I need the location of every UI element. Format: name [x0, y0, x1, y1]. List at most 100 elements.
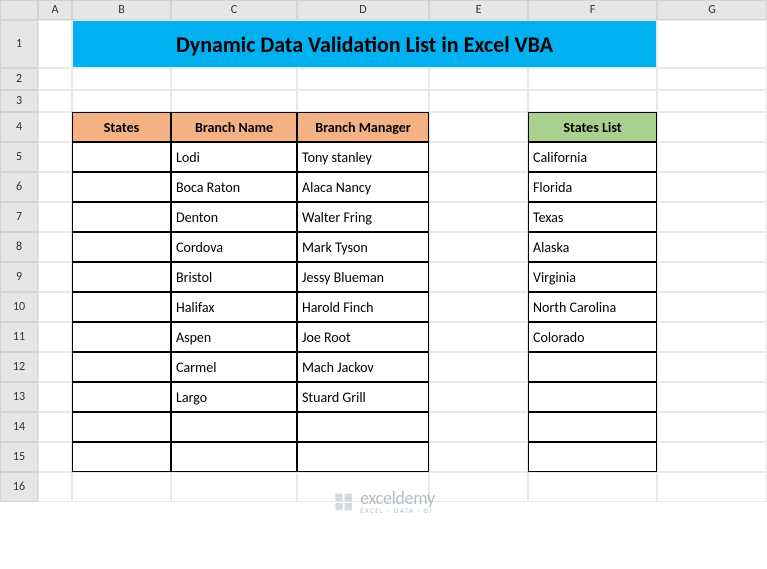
cell-E9[interactable]	[429, 262, 528, 292]
cell-G1[interactable]	[657, 20, 767, 68]
cell-E8[interactable]	[429, 232, 528, 262]
cell-G2[interactable]	[657, 68, 767, 90]
row-header-2[interactable]: 2	[0, 68, 38, 90]
table1-cell-r8-c1[interactable]	[72, 232, 171, 262]
row-header-15[interactable]: 15	[0, 442, 38, 472]
table1-cell-r7-c3[interactable]: Walter Fring	[297, 202, 429, 232]
col-header-D[interactable]: D	[297, 0, 429, 20]
cell-G14[interactable]	[657, 412, 767, 442]
table1-cell-r10-c2[interactable]: Halifax	[171, 292, 297, 322]
cell-A15[interactable]	[38, 442, 72, 472]
cell-G10[interactable]	[657, 292, 767, 322]
table1-cell-r11-c3[interactable]: Joe Root	[297, 322, 429, 352]
cell-A9[interactable]	[38, 262, 72, 292]
col-header-E[interactable]: E	[429, 0, 528, 20]
col-header-B[interactable]: B	[72, 0, 171, 20]
cell-F3[interactable]	[528, 90, 657, 112]
table2-cell-r15[interactable]	[528, 442, 657, 472]
cell-G6[interactable]	[657, 172, 767, 202]
table2-cell-r5[interactable]: California	[528, 142, 657, 172]
cell-G13[interactable]	[657, 382, 767, 412]
table1-cell-r11-c2[interactable]: Aspen	[171, 322, 297, 352]
table1-cell-r11-c1[interactable]	[72, 322, 171, 352]
cell-E11[interactable]	[429, 322, 528, 352]
cell-G16[interactable]	[657, 472, 767, 502]
cell-F16[interactable]	[528, 472, 657, 502]
row-header-3[interactable]: 3	[0, 90, 38, 112]
cell-A3[interactable]	[38, 90, 72, 112]
cell-A5[interactable]	[38, 142, 72, 172]
cell-A12[interactable]	[38, 352, 72, 382]
cell-B3[interactable]	[72, 90, 171, 112]
cell-A4[interactable]	[38, 112, 72, 142]
cell-A7[interactable]	[38, 202, 72, 232]
table1-cell-r5-c3[interactable]: Tony stanley	[297, 142, 429, 172]
cell-G9[interactable]	[657, 262, 767, 292]
cell-A8[interactable]	[38, 232, 72, 262]
cell-G11[interactable]	[657, 322, 767, 352]
table2-cell-r7[interactable]: Texas	[528, 202, 657, 232]
cell-E10[interactable]	[429, 292, 528, 322]
table1-cell-r10-c1[interactable]	[72, 292, 171, 322]
cell-F2[interactable]	[528, 68, 657, 90]
table1-cell-r9-c1[interactable]	[72, 262, 171, 292]
row-header-16[interactable]: 16	[0, 472, 38, 502]
table1-cell-r12-c2[interactable]: Carmel	[171, 352, 297, 382]
cell-D2[interactable]	[297, 68, 429, 90]
table1-cell-r15-c1[interactable]	[72, 442, 171, 472]
cell-E7[interactable]	[429, 202, 528, 232]
cell-E5[interactable]	[429, 142, 528, 172]
cell-G15[interactable]	[657, 442, 767, 472]
cell-E13[interactable]	[429, 382, 528, 412]
cell-E14[interactable]	[429, 412, 528, 442]
table2-cell-r9[interactable]: Virginia	[528, 262, 657, 292]
cell-G4[interactable]	[657, 112, 767, 142]
table1-cell-r7-c1[interactable]	[72, 202, 171, 232]
table1-cell-r12-c1[interactable]	[72, 352, 171, 382]
table2-cell-r11[interactable]: Colorado	[528, 322, 657, 352]
table1-cell-r9-c3[interactable]: Jessy Blueman	[297, 262, 429, 292]
table1-cell-r15-c3[interactable]	[297, 442, 429, 472]
table1-cell-r6-c3[interactable]: Alaca Nancy	[297, 172, 429, 202]
table2-cell-r6[interactable]: Florida	[528, 172, 657, 202]
cell-C16[interactable]	[171, 472, 297, 502]
select-all-corner[interactable]	[0, 0, 38, 20]
cell-G12[interactable]	[657, 352, 767, 382]
row-header-9[interactable]: 9	[0, 262, 38, 292]
table1-cell-r14-c2[interactable]	[171, 412, 297, 442]
cell-E4[interactable]	[429, 112, 528, 142]
table2-cell-r10[interactable]: North Carolina	[528, 292, 657, 322]
table1-cell-r13-c2[interactable]: Largo	[171, 382, 297, 412]
cell-G5[interactable]	[657, 142, 767, 172]
col-header-C[interactable]: C	[171, 0, 297, 20]
row-header-11[interactable]: 11	[0, 322, 38, 352]
cell-A14[interactable]	[38, 412, 72, 442]
cell-E12[interactable]	[429, 352, 528, 382]
table1-cell-r9-c2[interactable]: Bristol	[171, 262, 297, 292]
table2-cell-r13[interactable]	[528, 382, 657, 412]
cell-C3[interactable]	[171, 90, 297, 112]
cell-E3[interactable]	[429, 90, 528, 112]
row-header-10[interactable]: 10	[0, 292, 38, 322]
table1-cell-r8-c3[interactable]: Mark Tyson	[297, 232, 429, 262]
cell-G3[interactable]	[657, 90, 767, 112]
row-header-5[interactable]: 5	[0, 142, 38, 172]
cell-A6[interactable]	[38, 172, 72, 202]
table1-cell-r7-c2[interactable]: Denton	[171, 202, 297, 232]
cell-B16[interactable]	[72, 472, 171, 502]
row-header-7[interactable]: 7	[0, 202, 38, 232]
col-header-A[interactable]: A	[38, 0, 72, 20]
cell-A16[interactable]	[38, 472, 72, 502]
row-header-14[interactable]: 14	[0, 412, 38, 442]
row-header-1[interactable]: 1	[0, 20, 38, 68]
cell-A13[interactable]	[38, 382, 72, 412]
cell-G7[interactable]	[657, 202, 767, 232]
cell-D16[interactable]	[297, 472, 429, 502]
cell-E15[interactable]	[429, 442, 528, 472]
table1-cell-r14-c1[interactable]	[72, 412, 171, 442]
cell-E16[interactable]	[429, 472, 528, 502]
cell-G8[interactable]	[657, 232, 767, 262]
row-header-8[interactable]: 8	[0, 232, 38, 262]
cell-B2[interactable]	[72, 68, 171, 90]
table2-cell-r12[interactable]	[528, 352, 657, 382]
